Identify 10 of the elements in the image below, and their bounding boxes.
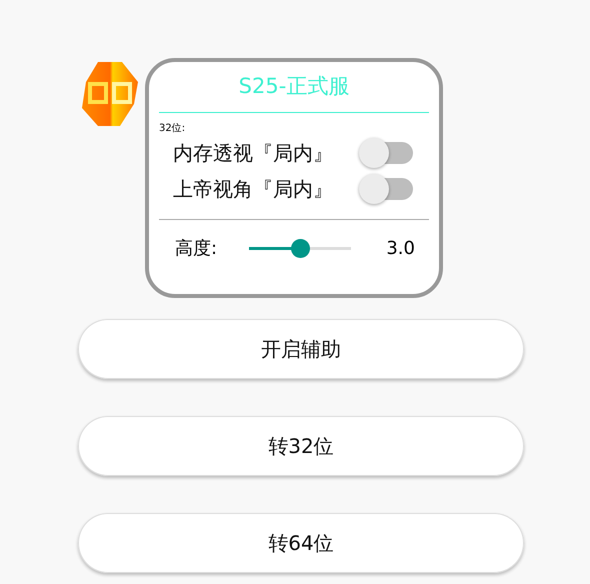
slider-value: 3.0 [386, 238, 415, 258]
section-label: 32位: [159, 122, 186, 135]
switch-label: 内存透视『局内』 [173, 140, 333, 166]
action-button[interactable]: 开启辅助 [78, 319, 524, 379]
slider-label: 高度: [175, 237, 218, 260]
action-button[interactable]: 转32位 [78, 416, 524, 476]
action-button[interactable]: 转64位 [78, 513, 524, 573]
panel-title: S25-正式服 [238, 73, 350, 100]
logo-icon [80, 60, 140, 128]
switch-label: 上帝视角『局内』 [173, 176, 333, 202]
